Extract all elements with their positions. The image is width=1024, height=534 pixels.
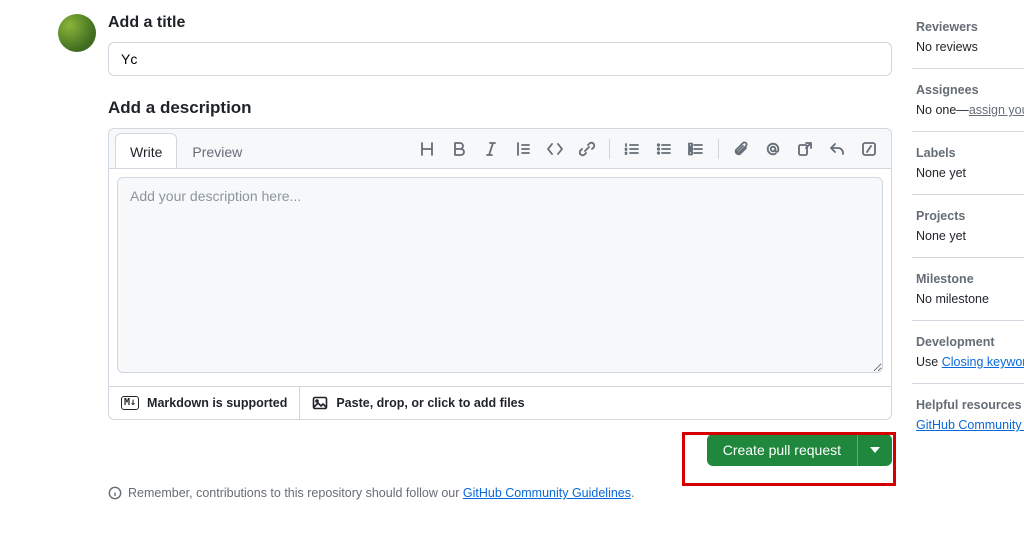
unordered-list-icon[interactable]: [650, 135, 678, 163]
add-files-label: Paste, drop, or click to add files: [336, 396, 524, 410]
quote-icon[interactable]: [509, 135, 537, 163]
sidebar-resources: Helpful resources GitHub Community Guide…: [912, 398, 1024, 446]
closing-keywords-link[interactable]: Closing keywords: [942, 355, 1024, 369]
editor-toolbar: [413, 129, 891, 168]
labels-title: Labels: [916, 146, 1024, 160]
sidebar-assignees[interactable]: Assignees No one—assign yourself: [912, 83, 1024, 132]
description-editor: Write Preview: [108, 128, 892, 420]
sidebar-projects[interactable]: Projects None yet: [912, 209, 1024, 258]
milestone-title: Milestone: [916, 272, 1024, 286]
milestone-value: No milestone: [916, 292, 1024, 306]
cross-reference-icon[interactable]: [791, 135, 819, 163]
caret-down-icon: [870, 447, 880, 453]
italic-icon[interactable]: [477, 135, 505, 163]
community-guidelines-link[interactable]: GitHub Community Guidelines: [463, 486, 631, 500]
sidebar-development: Development Use Closing keywords to auto…: [912, 335, 1024, 384]
assignees-title: Assignees: [916, 83, 1024, 97]
description-label: Add a description: [108, 98, 892, 118]
heading-icon[interactable]: [413, 135, 441, 163]
create-pr-group: Create pull request: [707, 434, 892, 466]
development-value: Use Closing keywords to automatically cl…: [916, 355, 1024, 369]
assignees-value: No one—assign yourself: [916, 103, 1024, 117]
tab-preview[interactable]: Preview: [177, 133, 257, 168]
assign-yourself-link[interactable]: assign yourself: [969, 103, 1024, 117]
markdown-icon: M↓: [121, 396, 139, 410]
image-icon: [312, 395, 328, 411]
description-textarea[interactable]: [117, 177, 883, 373]
sidebar-reviewers[interactable]: Reviewers No reviews: [912, 20, 1024, 69]
tab-write[interactable]: Write: [115, 133, 177, 168]
task-list-icon[interactable]: [682, 135, 710, 163]
projects-value: None yet: [916, 229, 1024, 243]
reviewers-title: Reviewers: [916, 20, 1024, 34]
attach-icon[interactable]: [727, 135, 755, 163]
markdown-supported[interactable]: M↓ Markdown is supported: [109, 387, 300, 419]
hint-suffix: .: [631, 486, 634, 500]
resources-title: Helpful resources: [916, 398, 1024, 412]
ordered-list-icon[interactable]: [618, 135, 646, 163]
reviewers-value: No reviews: [916, 40, 1024, 54]
code-icon[interactable]: [541, 135, 569, 163]
slash-command-icon[interactable]: [855, 135, 883, 163]
bold-icon[interactable]: [445, 135, 473, 163]
projects-title: Projects: [916, 209, 1024, 223]
create-pull-request-button[interactable]: Create pull request: [707, 434, 857, 466]
development-title: Development: [916, 335, 1024, 349]
hint-prefix: Remember, contributions to this reposito…: [128, 486, 463, 500]
link-icon[interactable]: [573, 135, 601, 163]
title-label: Add a title: [108, 14, 892, 32]
create-pull-request-dropdown[interactable]: [857, 434, 892, 466]
sidebar-labels[interactable]: Labels None yet: [912, 146, 1024, 195]
mention-icon[interactable]: [759, 135, 787, 163]
resources-link[interactable]: GitHub Community Guidelines: [916, 418, 1024, 432]
add-files[interactable]: Paste, drop, or click to add files: [300, 387, 536, 419]
info-icon: [108, 486, 122, 500]
sidebar-milestone[interactable]: Milestone No milestone: [912, 272, 1024, 321]
contribution-hint: Remember, contributions to this reposito…: [108, 486, 892, 500]
labels-value: None yet: [916, 166, 1024, 180]
reply-icon[interactable]: [823, 135, 851, 163]
title-input[interactable]: [108, 42, 892, 76]
sidebar: Reviewers No reviews Assignees No one—as…: [912, 20, 1024, 460]
markdown-supported-label: Markdown is supported: [147, 396, 287, 410]
